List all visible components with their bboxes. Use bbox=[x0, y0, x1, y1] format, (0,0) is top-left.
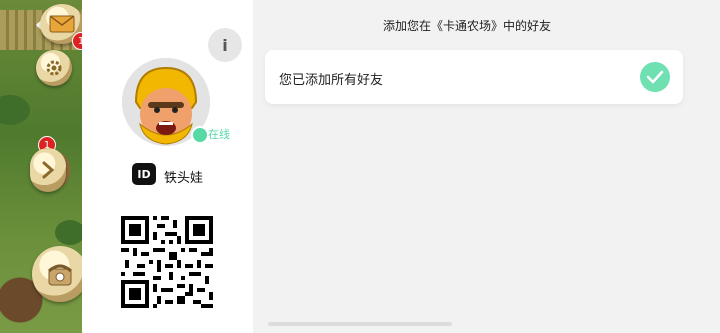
scrollbar[interactable] bbox=[268, 322, 452, 326]
username-label: 铁头娃 bbox=[164, 171, 204, 186]
all-friends-added-card: 您已添加所有好友 bbox=[265, 50, 683, 104]
expand-button[interactable] bbox=[30, 148, 66, 192]
phone-button[interactable] bbox=[32, 246, 82, 302]
id-badge: ID bbox=[132, 163, 156, 185]
profile-panel: i 在线 ID 铁头娃 bbox=[82, 0, 253, 333]
all-friends-added-text: 您已添加所有好友 bbox=[279, 73, 384, 88]
gear-icon bbox=[46, 60, 62, 76]
settings-button[interactable] bbox=[36, 50, 72, 86]
phone-icon bbox=[47, 264, 73, 286]
qr-code bbox=[121, 216, 213, 308]
online-status-label: 在线 bbox=[208, 128, 230, 141]
bush-decoration bbox=[55, 220, 82, 245]
chevron-right-icon bbox=[42, 161, 55, 179]
online-status-dot bbox=[191, 126, 209, 144]
info-button[interactable]: i bbox=[208, 28, 242, 62]
mail-icon bbox=[49, 15, 75, 33]
friends-panel-title: 添加您在《卡通农场》中的好友 bbox=[382, 19, 551, 33]
bush-decoration bbox=[0, 95, 30, 125]
game-background: 1 1 bbox=[0, 0, 82, 333]
friends-panel: 添加您在《卡通农场》中的好友 您已添加所有好友 bbox=[253, 0, 720, 333]
check-icon bbox=[640, 62, 670, 92]
